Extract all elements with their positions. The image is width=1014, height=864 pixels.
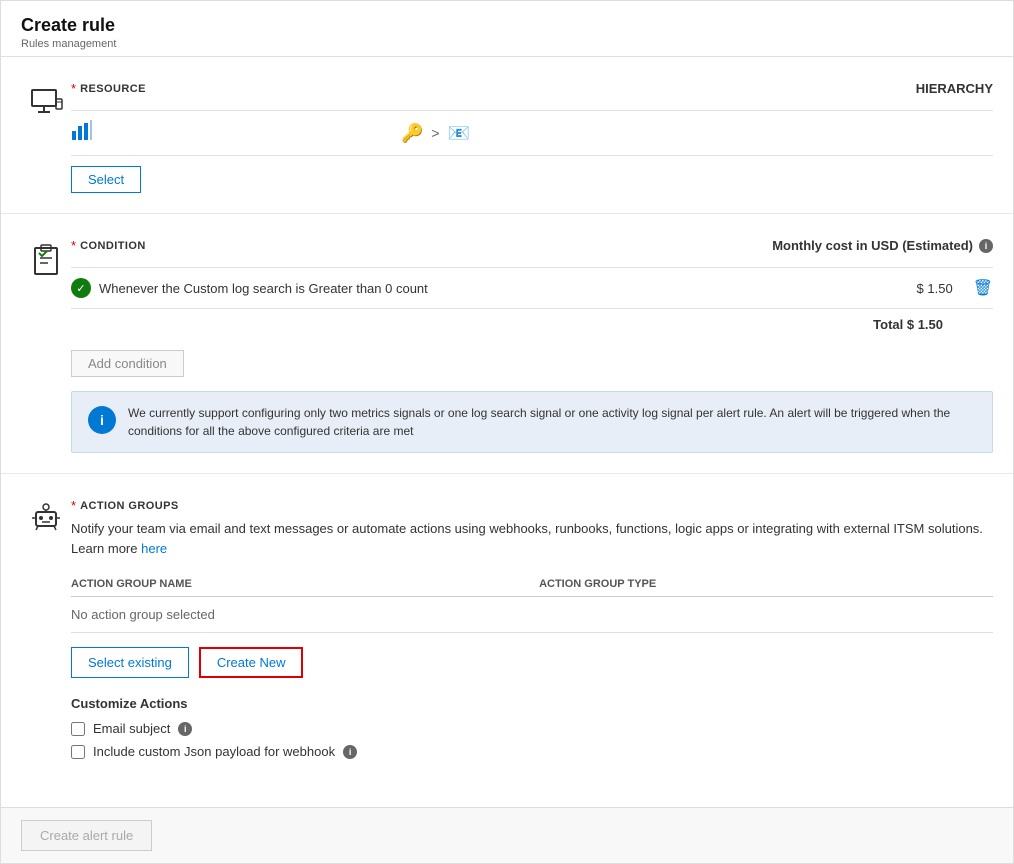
- learn-more-link[interactable]: here: [141, 541, 167, 556]
- action-groups-header-row: * ACTION GROUPS: [71, 498, 993, 513]
- total-cost-label: Total $ 1.50: [873, 317, 943, 332]
- email-subject-label: Email subject: [93, 721, 170, 736]
- action-groups-section: * ACTION GROUPS Notify your team via ema…: [1, 474, 1013, 787]
- action-groups-body: * ACTION GROUPS Notify your team via ema…: [71, 498, 993, 767]
- ag-table-body: No action group selected: [71, 597, 993, 633]
- resource-row: 🔑 > 📧: [71, 110, 993, 156]
- info-box-text: We currently support configuring only tw…: [128, 404, 976, 440]
- json-payload-checkbox[interactable]: [71, 745, 85, 759]
- condition-cost-value: $ 1.50: [917, 281, 973, 296]
- ag-empty-cell: No action group selected: [71, 597, 993, 633]
- page-title: Create rule: [21, 15, 993, 36]
- page-footer: Create alert rule: [1, 807, 1013, 863]
- email-subject-row[interactable]: Email subject i: [71, 721, 993, 736]
- condition-section: * CONDITION Monthly cost in USD (Estimat…: [1, 214, 1013, 474]
- resource-section-body: * RESOURCE HIERARCHY: [71, 81, 993, 193]
- hierarchy-key-icon: 🔑: [401, 123, 423, 144]
- customize-actions: Customize Actions Email subject i Includ…: [71, 696, 993, 759]
- condition-required-star: *: [71, 238, 76, 253]
- action-groups-description: Notify your team via email and text mess…: [71, 519, 993, 558]
- hierarchy-area: 🔑 > 📧: [401, 123, 470, 144]
- resource-required-star: *: [71, 81, 76, 96]
- cost-info-icon[interactable]: i: [979, 239, 993, 253]
- json-payload-row[interactable]: Include custom Json payload for webhook …: [71, 744, 993, 759]
- resource-label: RESOURCE: [80, 83, 146, 95]
- condition-check-icon: ✓: [71, 278, 91, 298]
- resource-section: * RESOURCE HIERARCHY: [1, 57, 1013, 214]
- email-subject-info-icon[interactable]: i: [178, 722, 192, 736]
- condition-text: ✓ Whenever the Custom log search is Grea…: [71, 278, 917, 298]
- page-header: Create rule Rules management: [1, 1, 1013, 57]
- ag-table-header: ACTION GROUP NAME ACTION GROUP TYPE: [71, 572, 993, 597]
- page-wrapper: Create rule Rules management * RESOURCE: [0, 0, 1014, 864]
- resource-chart-icon: [71, 119, 93, 147]
- ag-empty-row: No action group selected: [71, 597, 993, 633]
- delete-condition-icon[interactable]: 🗑: [973, 278, 993, 298]
- resource-header-row: * RESOURCE HIERARCHY: [71, 81, 993, 96]
- action-groups-table: ACTION GROUP NAME ACTION GROUP TYPE No a…: [71, 572, 993, 633]
- chevron-icon: >: [431, 125, 439, 141]
- hierarchy-label: HIERARCHY: [916, 81, 993, 96]
- robot-icon: [28, 500, 64, 536]
- condition-label: CONDITION: [80, 240, 146, 252]
- ag-header-row: ACTION GROUP NAME ACTION GROUP TYPE: [71, 572, 993, 597]
- ag-type-column-header: ACTION GROUP TYPE: [539, 572, 993, 597]
- create-new-button[interactable]: Create New: [199, 647, 304, 678]
- ag-required-star: *: [71, 498, 76, 513]
- add-condition-button[interactable]: Add condition: [71, 350, 184, 377]
- hierarchy-email-icon: 📧: [448, 123, 470, 144]
- total-row: Total $ 1.50: [71, 309, 993, 340]
- condition-header-row: * CONDITION Monthly cost in USD (Estimat…: [71, 238, 993, 253]
- json-payload-info-icon[interactable]: i: [343, 745, 357, 759]
- condition-section-body: * CONDITION Monthly cost in USD (Estimat…: [71, 238, 993, 453]
- create-alert-rule-button[interactable]: Create alert rule: [21, 820, 152, 851]
- action-groups-section-icon: [21, 500, 71, 536]
- monthly-cost-label: Monthly cost in USD (Estimated) i: [772, 238, 993, 253]
- condition-section-icon: [21, 240, 71, 276]
- action-groups-buttons: Select existing Create New: [71, 647, 993, 678]
- breadcrumb: Rules management: [21, 38, 993, 50]
- main-content: * RESOURCE HIERARCHY: [1, 57, 1013, 807]
- condition-info-box: i We currently support configuring only …: [71, 391, 993, 453]
- action-groups-label: ACTION GROUPS: [80, 500, 179, 512]
- resource-section-icon: [21, 83, 71, 119]
- json-payload-label: Include custom Json payload for webhook: [93, 744, 335, 759]
- clipboard-icon: [28, 240, 64, 276]
- condition-row: ✓ Whenever the Custom log search is Grea…: [71, 267, 993, 309]
- info-icon: i: [88, 406, 116, 434]
- resource-select-button[interactable]: Select: [71, 166, 141, 193]
- monitor-icon: [28, 83, 64, 119]
- customize-actions-title: Customize Actions: [71, 696, 993, 711]
- email-subject-checkbox[interactable]: [71, 722, 85, 736]
- select-existing-button[interactable]: Select existing: [71, 647, 189, 678]
- ag-name-column-header: ACTION GROUP NAME: [71, 572, 539, 597]
